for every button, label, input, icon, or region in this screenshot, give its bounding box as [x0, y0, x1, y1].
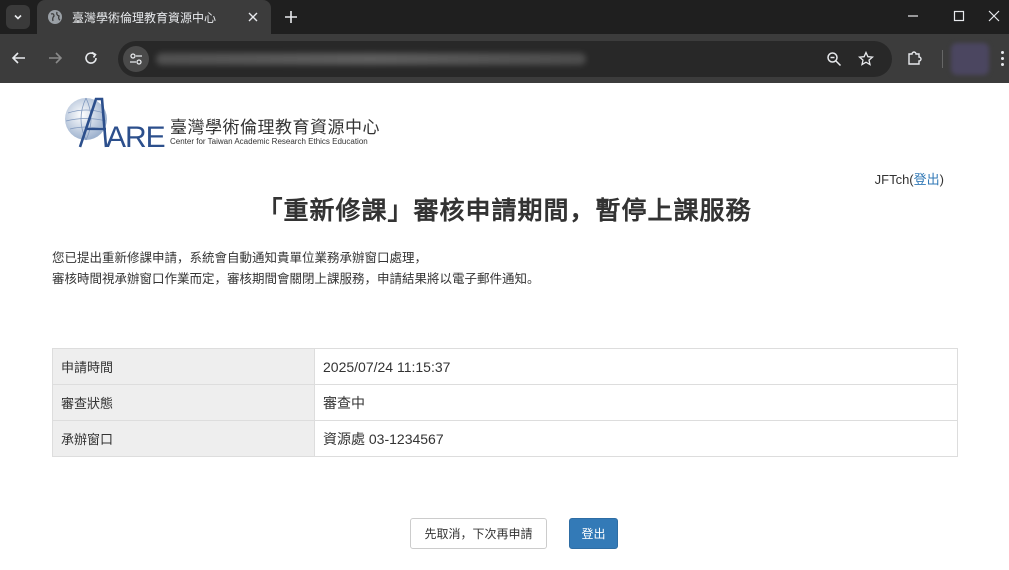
notice-line: 審核時間視承辦窗口作業而定，審核期間會關閉上課服務，申請結果將以電子郵件通知。: [52, 271, 540, 286]
logo-chinese-name: 臺灣學術倫理教育資源中心: [170, 118, 380, 138]
aree-logo-mark: AREE: [65, 97, 185, 154]
reload-icon: [85, 51, 97, 64]
close-window-button[interactable]: [978, 0, 1009, 32]
close-paren: ): [939, 172, 944, 187]
site-logo[interactable]: AREE 臺灣學術倫理教育資源中心 Center for Taiwan Acad…: [62, 91, 392, 154]
bookmark-star-icon[interactable]: [856, 49, 876, 69]
table-row-apply-time: 申請時間 2025/07/24 11:15:37: [52, 348, 958, 385]
username: JFTch: [874, 172, 910, 187]
zoom-icon[interactable]: [824, 49, 844, 69]
profile-avatar[interactable]: [951, 43, 989, 75]
table-row-contact: 承辦窗口 資源處 03-1234567: [52, 420, 958, 457]
browser-toolbar: [0, 34, 1009, 83]
new-tab-button[interactable]: [279, 5, 303, 29]
row-label: 審查狀態: [52, 384, 315, 421]
logout-link[interactable]: 登出: [914, 172, 940, 187]
page-content: AREE 臺灣學術倫理教育資源中心 Center for Taiwan Acad…: [0, 83, 1009, 570]
address-bar[interactable]: [118, 41, 892, 77]
puzzle-icon: [908, 51, 922, 65]
minimize-button[interactable]: [890, 0, 936, 32]
browser-tabstrip: 臺灣學術倫理教育資源中心: [0, 0, 1009, 34]
maximize-button[interactable]: [936, 0, 982, 32]
row-value: 2025/07/24 11:15:37: [314, 348, 958, 385]
more-menu-icon[interactable]: [995, 46, 1009, 70]
globe-icon: [47, 9, 63, 25]
cancel-application-button[interactable]: 先取消，下次再申請: [410, 518, 547, 549]
arrow-left-icon: [11, 52, 25, 64]
plus-icon: [285, 11, 297, 23]
maximize-icon: [953, 10, 965, 22]
application-info-table: 申請時間 2025/07/24 11:15:37 審查狀態 審查中 承辦窗口 資…: [52, 348, 958, 457]
chevron-down-icon: [14, 14, 22, 20]
close-icon: [988, 10, 999, 22]
notice-line: 您已提出重新修課申請，系統會自動通知貴單位業務承辦窗口處理，: [52, 250, 428, 265]
toolbar-divider: [942, 50, 943, 68]
svg-text:AREE: AREE: [106, 121, 167, 153]
back-button[interactable]: [7, 46, 31, 70]
extensions-button[interactable]: [904, 47, 926, 69]
row-label: 承辦窗口: [52, 420, 315, 457]
page-title: 「重新修課」審核申請期間，暫停上課服務: [257, 196, 752, 225]
notice-text: 您已提出重新修課申請，系統會自動通知貴單位業務承辦窗口處理， 審核時間視承辦窗口…: [52, 247, 540, 289]
logo-english-name: Center for Taiwan Academic Research Ethi…: [170, 137, 368, 146]
url-text-redacted: [156, 53, 586, 65]
site-info-button[interactable]: [123, 46, 149, 72]
row-value: 資源處 03-1234567: [314, 420, 958, 457]
logout-button[interactable]: 登出: [569, 518, 618, 549]
tab-title: 臺灣學術倫理教育資源中心: [72, 10, 217, 25]
table-row-review-status: 審查狀態 審查中: [52, 384, 958, 421]
close-tab-icon[interactable]: [245, 9, 261, 25]
minimize-icon: [908, 15, 918, 17]
row-value: 審查中: [314, 384, 958, 421]
tune-icon: [130, 53, 142, 65]
arrow-right-icon: [49, 52, 63, 64]
user-info: JFTch(登出): [875, 169, 944, 188]
reload-button[interactable]: [79, 46, 103, 70]
browser-tab-active[interactable]: 臺灣學術倫理教育資源中心: [37, 0, 271, 34]
tab-search-button[interactable]: [6, 5, 30, 29]
forward-button[interactable]: [43, 46, 67, 70]
row-label: 申請時間: [52, 348, 315, 385]
